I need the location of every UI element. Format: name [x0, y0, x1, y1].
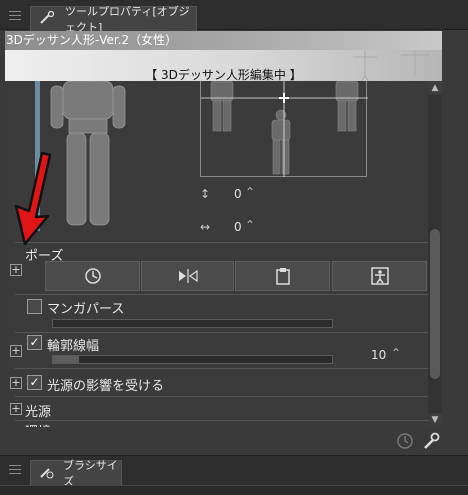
outline-width-checkbox[interactable]: ✓ — [27, 335, 42, 350]
pose-flip-button[interactable] — [141, 261, 234, 291]
tab-brush-size[interactable]: ブラシサイズ — [30, 459, 122, 488]
camera-view-figures — [201, 81, 368, 177]
wrench-brush-icon — [39, 10, 57, 28]
section-divider — [15, 242, 430, 243]
brush-size-strip — [0, 485, 468, 495]
panel-menu-icon[interactable] — [9, 11, 21, 20]
vertical-arrow-icon: ↕ — [200, 187, 211, 201]
brush-size-tab-bar: ブラシサイズ — [0, 455, 468, 488]
model-title: 3Dデッサン人形-Ver.2（女性） — [5, 31, 442, 50]
camera-view-box[interactable] — [200, 81, 368, 177]
section-divider — [15, 294, 430, 295]
horizontal-value[interactable]: 0 — [234, 220, 242, 234]
pose-expand-icon[interactable]: + — [10, 264, 22, 276]
manga-perspective-slider[interactable] — [52, 319, 333, 328]
light-label: 光源 — [25, 405, 52, 420]
brush-icon — [39, 465, 55, 482]
reset-icon[interactable] — [395, 431, 415, 451]
panel-menu-icon[interactable] — [9, 465, 21, 474]
model-header: 3Dデッサン人形-Ver.2（女性） 【 3Dデッサン人形編集中 】 — [5, 31, 442, 81]
light-affect-checkbox[interactable]: ✓ — [27, 375, 42, 390]
horizontal-spin-icon[interactable]: ⌃ — [245, 218, 255, 232]
tool-property-content: ↕ 0 ⌃ ↔ 0 ⌃ ポーズ + マンガパース + ✓ 輪郭線幅 10 ⌃ +… — [5, 81, 442, 427]
pose-template-button[interactable] — [332, 261, 427, 291]
outline-width-value[interactable]: 10 — [371, 348, 386, 362]
scroll-thumb[interactable] — [430, 229, 440, 379]
outline-width-slider[interactable] — [52, 355, 333, 364]
panel-footer — [0, 427, 468, 455]
horizontal-arrow-icon: ↔ — [200, 220, 211, 234]
clipboard-icon — [275, 268, 290, 285]
annotation-arrow-icon — [14, 151, 52, 246]
pose-reset-icon — [84, 268, 101, 284]
flip-horizontal-icon — [178, 269, 198, 283]
pose-clipboard-button[interactable] — [235, 261, 330, 291]
section-divider — [15, 420, 430, 421]
edit-status: 【 3Dデッサン人形編集中 】 — [145, 68, 302, 81]
scroll-down-icon[interactable]: ▼ — [428, 413, 442, 427]
pose-figure-icon — [370, 267, 389, 285]
figure-front-preview[interactable] — [49, 81, 129, 231]
light-expand-icon[interactable]: + — [10, 403, 22, 415]
light-affect-label: 光源の影響を受ける — [47, 379, 165, 394]
section-divider — [15, 368, 430, 369]
manga-perspective-label: マンガパース — [47, 302, 125, 317]
section-divider — [15, 332, 430, 333]
vertical-scrollbar[interactable]: ▲ ▼ — [428, 81, 442, 427]
outline-width-slider-fill — [53, 356, 79, 363]
panel-tab-bar: ツールプロパティ[オブジェクト] — [0, 0, 468, 34]
pose-reset-button[interactable] — [45, 261, 140, 291]
vertical-spin-icon[interactable]: ⌃ — [245, 185, 255, 199]
section-divider — [15, 396, 430, 397]
outline-width-label: 輪郭線幅 — [47, 339, 100, 354]
vertical-value[interactable]: 0 — [234, 187, 242, 201]
manga-perspective-checkbox[interactable] — [27, 299, 42, 314]
outline-width-spin-icon[interactable]: ⌃ — [391, 346, 401, 360]
tab-tool-property[interactable]: ツールプロパティ[オブジェクト] — [30, 5, 197, 34]
wrench-icon[interactable] — [421, 431, 441, 451]
scroll-up-icon[interactable]: ▲ — [428, 81, 442, 95]
light-affect-expand-icon[interactable]: + — [10, 377, 22, 389]
outline-width-expand-icon[interactable]: + — [10, 345, 22, 357]
